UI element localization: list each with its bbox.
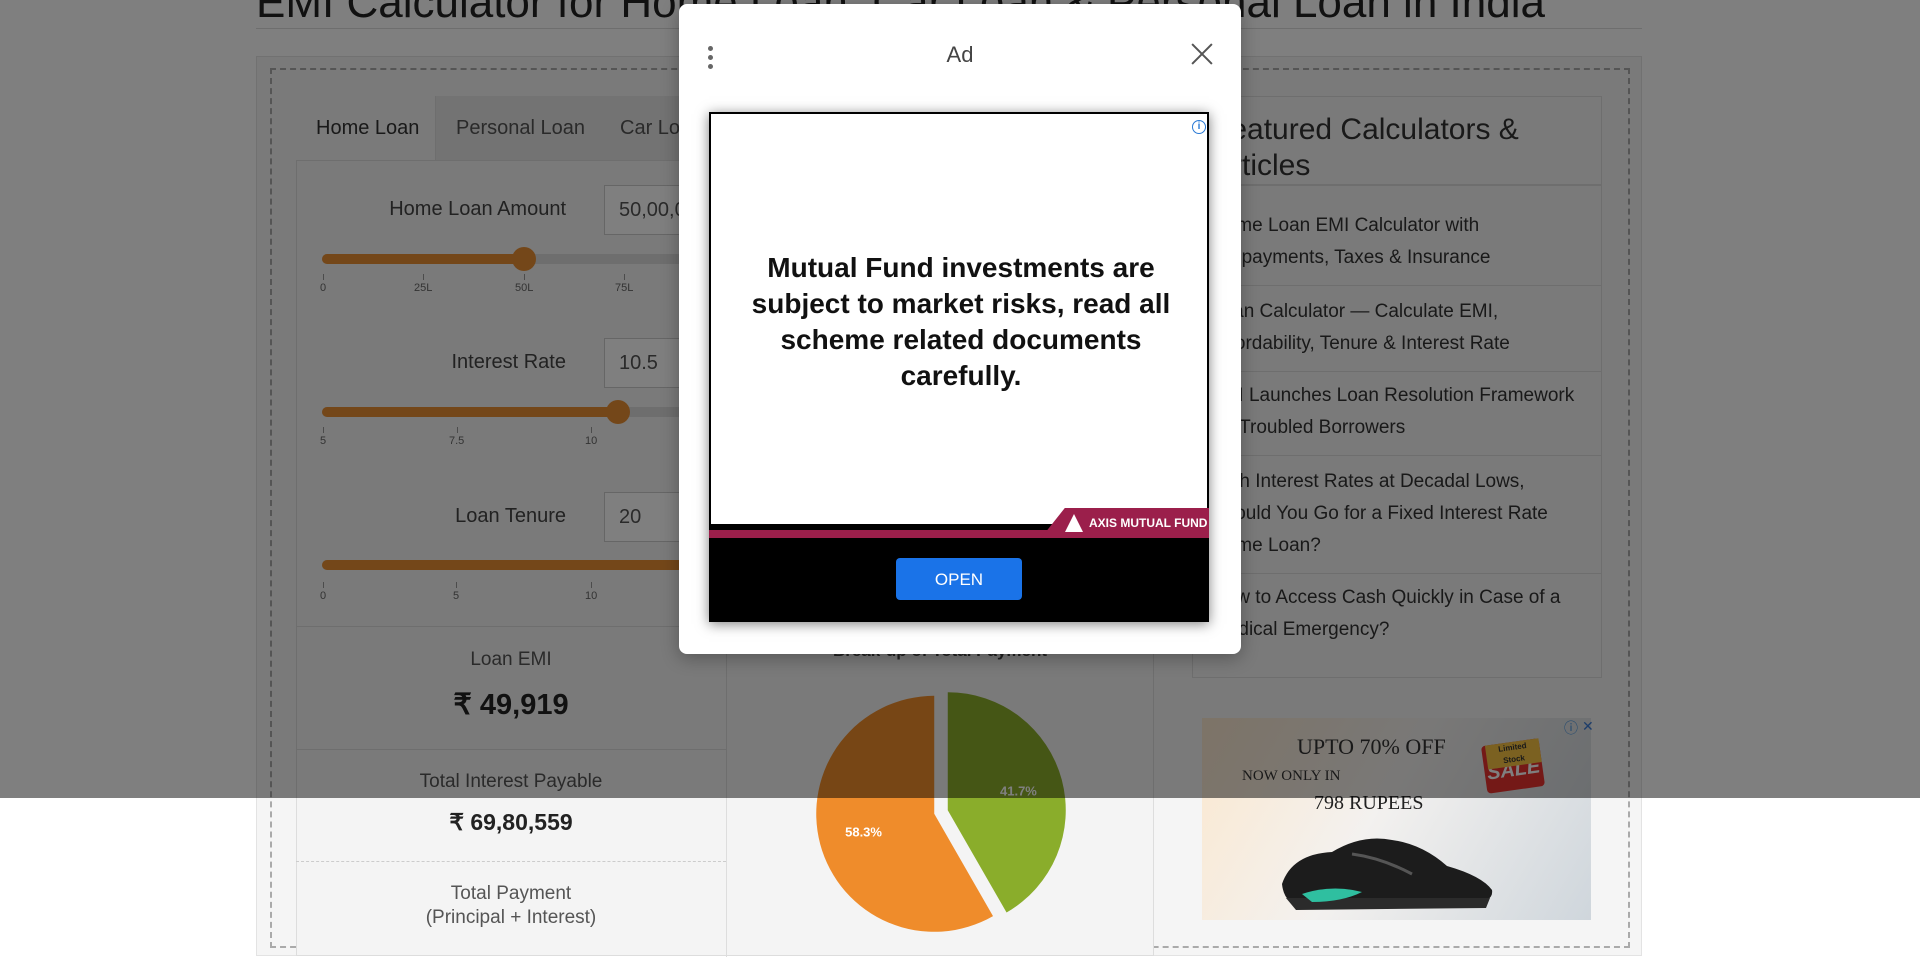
pie-slice-label: 58.3% [845,825,882,840]
brand-badge: AXIS MUTUAL FUND [1041,508,1209,538]
ad-modal: Ad Mutual Fund investments are subject t… [679,4,1241,654]
open-button[interactable]: OPEN [896,558,1022,600]
brand-logo-icon [1065,514,1083,532]
interest-value: ₹ 69,80,559 [449,809,573,835]
ad-info-icon[interactable]: i [1192,120,1206,134]
divider [296,861,726,862]
brand-name: AXIS MUTUAL FUND [1089,516,1208,530]
total-payment-sublabel: (Principal + Interest) [425,907,597,928]
ad-content-area: Mutual Fund investments are subject to m… [711,114,1207,524]
ad-creative[interactable]: Mutual Fund investments are subject to m… [709,112,1209,622]
total-payment-label: Total Payment [450,883,572,904]
shoe-image [1282,838,1493,910]
ad-disclaimer-text: Mutual Fund investments are subject to m… [751,252,1171,391]
close-icon[interactable] [1190,42,1214,66]
modal-title: Ad [946,42,974,67]
